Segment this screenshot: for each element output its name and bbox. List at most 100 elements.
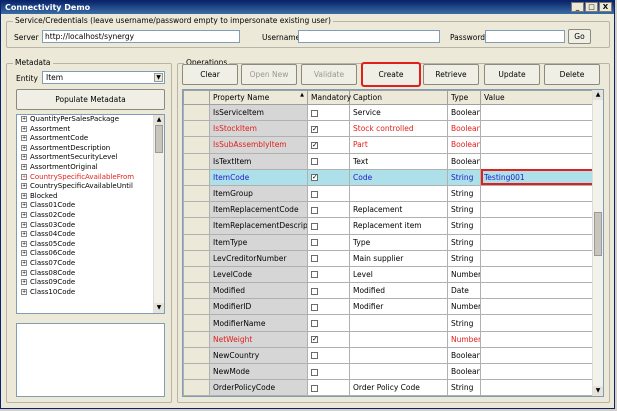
- close-button[interactable]: X: [599, 2, 612, 12]
- checkbox-unchecked-icon[interactable]: [311, 352, 318, 360]
- row-header-cell[interactable]: [183, 168, 210, 186]
- expand-plus-icon[interactable]: +: [21, 154, 27, 161]
- value-cell[interactable]: [480, 120, 594, 138]
- scroll-up-icon[interactable]: ▲: [154, 115, 164, 125]
- expand-plus-icon[interactable]: +: [21, 269, 27, 276]
- expand-plus-icon[interactable]: +: [21, 125, 27, 132]
- expand-plus-icon[interactable]: +: [21, 231, 27, 238]
- tree-item[interactable]: + AssortmentOriginal: [17, 163, 164, 173]
- value-cell[interactable]: [480, 136, 594, 154]
- tree-item[interactable]: + Class05Code: [17, 240, 164, 250]
- value-cell[interactable]: [480, 217, 594, 235]
- value-cell[interactable]: [480, 233, 594, 251]
- column-header-caption[interactable]: Caption: [349, 90, 448, 105]
- properties-grid[interactable]: Property Name ▲ Mandatory Caption Type V…: [182, 89, 604, 397]
- checkbox-unchecked-icon[interactable]: [311, 190, 318, 198]
- checkbox-unchecked-icon[interactable]: [311, 368, 318, 376]
- expand-plus-icon[interactable]: +: [21, 116, 27, 122]
- password-input[interactable]: [485, 30, 565, 43]
- value-cell[interactable]: [480, 103, 594, 122]
- table-row[interactable]: NewMode Boolean: [183, 362, 594, 381]
- scroll-up-icon[interactable]: ▲: [593, 90, 603, 100]
- tree-item[interactable]: + CountrySpecificAvailableUntil: [17, 182, 164, 192]
- table-row[interactable]: ItemReplacementDescription Replacement it…: [183, 217, 594, 235]
- tree-item[interactable]: + Blocked: [17, 192, 164, 202]
- table-row[interactable]: OwnerCompanyName String: [183, 395, 594, 396]
- row-header-cell[interactable]: [183, 152, 210, 170]
- tree-item[interactable]: + Class03Code: [17, 221, 164, 231]
- value-cell[interactable]: [480, 395, 594, 396]
- value-cell[interactable]: [480, 265, 594, 284]
- checkbox-unchecked-icon[interactable]: [311, 255, 318, 263]
- value-cell[interactable]: [480, 314, 594, 332]
- row-header-cell[interactable]: [183, 201, 210, 219]
- retrieve-button[interactable]: Retrieve: [423, 64, 479, 85]
- row-header-cell[interactable]: [183, 346, 210, 365]
- tree-scrollbar[interactable]: ▲ ▼: [153, 115, 164, 313]
- expand-plus-icon[interactable]: +: [21, 192, 27, 199]
- server-input[interactable]: http://localhost/synergy: [42, 30, 240, 43]
- scroll-down-icon[interactable]: ▼: [593, 386, 603, 396]
- value-cell[interactable]: [480, 201, 594, 219]
- tree-item[interactable]: + AssortmentSecurityLevel: [17, 153, 164, 163]
- tree-item[interactable]: + Class09Code: [17, 278, 164, 288]
- checkbox-unchecked-icon[interactable]: [311, 271, 318, 279]
- grid-scrollbar[interactable]: ▲ ▼: [592, 90, 603, 396]
- row-header-cell[interactable]: [183, 233, 210, 251]
- column-header-value[interactable]: Value: [480, 90, 594, 105]
- table-row[interactable]: LevelCode Level Number: [183, 265, 594, 284]
- column-header-property-name[interactable]: Property Name ▲: [209, 90, 308, 105]
- checkbox-unchecked-icon[interactable]: [311, 239, 318, 247]
- table-row[interactable]: ItemGroup String: [183, 184, 594, 203]
- expand-plus-icon[interactable]: +: [21, 183, 27, 190]
- expand-plus-icon[interactable]: +: [21, 288, 27, 295]
- table-row[interactable]: NetWeight ✓ Number: [183, 330, 594, 348]
- expand-plus-icon[interactable]: +: [21, 279, 27, 286]
- create-button[interactable]: Create: [361, 62, 421, 87]
- tree-item[interactable]: + CountrySpecificAvailableFrom: [17, 173, 164, 183]
- row-header-cell[interactable]: [183, 330, 210, 348]
- value-cell[interactable]: [480, 346, 594, 365]
- update-button[interactable]: Update: [484, 64, 540, 85]
- value-cell[interactable]: [480, 330, 594, 348]
- checkbox-unchecked-icon[interactable]: [311, 109, 318, 117]
- expand-plus-icon[interactable]: +: [21, 250, 27, 257]
- value-cell[interactable]: [480, 184, 594, 203]
- tree-item[interactable]: + Class10Code: [17, 288, 164, 298]
- checkbox-unchecked-icon[interactable]: [311, 320, 318, 328]
- checkbox-checked-icon[interactable]: ✓: [311, 174, 318, 182]
- checkbox-unchecked-icon[interactable]: [311, 384, 318, 392]
- value-cell[interactable]: [480, 152, 594, 170]
- row-header-cell[interactable]: [183, 298, 210, 316]
- table-row[interactable]: IsTextItem Text Boolean: [183, 152, 594, 170]
- value-cell[interactable]: [480, 249, 594, 267]
- table-row[interactable]: ItemCode ✓ Code String Testing001: [183, 168, 594, 186]
- column-header-mandatory[interactable]: Mandatory: [307, 90, 351, 105]
- value-cell[interactable]: [480, 282, 594, 300]
- row-header-cell[interactable]: [183, 282, 210, 300]
- table-row[interactable]: OrderPolicyCode Order Policy Code String: [183, 379, 594, 396]
- metadata-details-box[interactable]: [16, 323, 165, 397]
- tree-item[interactable]: + Class06Code: [17, 249, 164, 259]
- row-header-cell[interactable]: [183, 379, 210, 396]
- clear-button[interactable]: Clear: [182, 64, 238, 85]
- row-header-cell[interactable]: [183, 184, 210, 203]
- expand-plus-icon[interactable]: +: [21, 144, 27, 151]
- tree-item[interactable]: + Class08Code: [17, 269, 164, 279]
- checkbox-unchecked-icon[interactable]: [311, 303, 318, 311]
- table-row[interactable]: LevCreditorNumber Main supplier String: [183, 249, 594, 267]
- value-cell[interactable]: [480, 379, 594, 396]
- checkbox-unchecked-icon[interactable]: [311, 287, 318, 295]
- validate-button[interactable]: Validate: [301, 64, 357, 85]
- checkbox-unchecked-icon[interactable]: [311, 206, 318, 214]
- value-cell[interactable]: Testing001: [480, 168, 594, 186]
- checkbox-checked-icon[interactable]: ✓: [311, 125, 318, 133]
- table-row[interactable]: Modified Modified Date: [183, 282, 594, 300]
- table-row[interactable]: IsStockItem ✓ Stock controlled Boolean: [183, 120, 594, 138]
- entity-select[interactable]: Item ▼: [42, 71, 165, 84]
- value-cell[interactable]: [480, 298, 594, 316]
- table-row[interactable]: ModifierID Modifier Number: [183, 298, 594, 316]
- checkbox-checked-icon[interactable]: ✓: [311, 336, 318, 344]
- checkbox-unchecked-icon[interactable]: [311, 158, 318, 166]
- tree-item[interactable]: + Class01Code: [17, 201, 164, 211]
